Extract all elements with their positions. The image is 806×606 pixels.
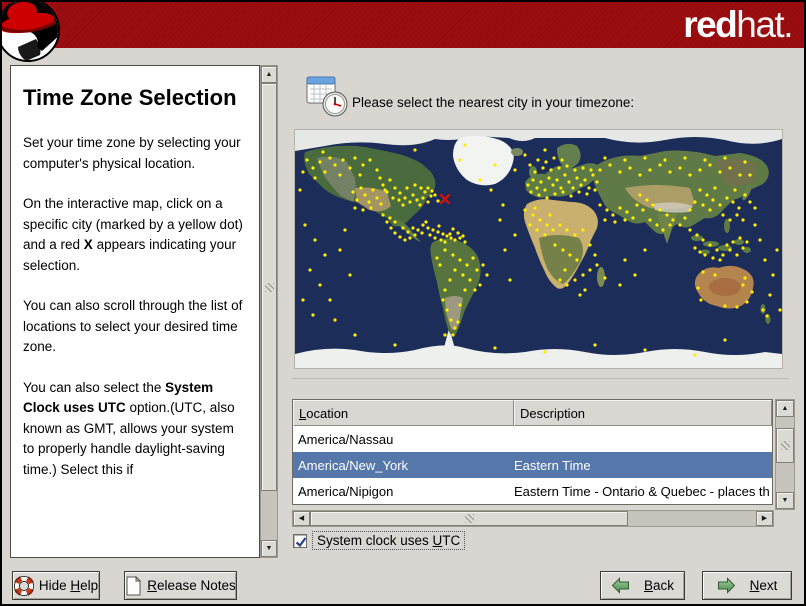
table-header: Location Description	[293, 400, 772, 426]
table-vertical-scrollbar[interactable]: ▲ ▼	[775, 399, 795, 510]
location-cell: America/Nassau	[298, 431, 394, 447]
next-arrow-icon	[717, 577, 735, 594]
help-text: You can also scroll through the list of …	[23, 298, 243, 354]
scrollbar-thumb[interactable]	[310, 511, 628, 526]
button-label: Release Notes	[147, 578, 236, 593]
redhat-shadowman-icon	[2, 2, 60, 62]
scroll-up-arrow-icon[interactable]: ▲	[261, 66, 277, 83]
help-title: Time Zone Selection	[23, 85, 237, 110]
back-button[interactable]: Back	[600, 571, 685, 600]
wordmark-red: red	[683, 4, 738, 45]
button-label: Hide Help	[38, 578, 99, 593]
map-outback	[709, 278, 741, 296]
help-text: You can also select the	[23, 379, 166, 395]
help-paragraph: On the interactive map, click on a speci…	[23, 194, 248, 276]
table-row[interactable]: America/Nipigon Eastern Time - Ontario &…	[293, 478, 772, 504]
scrollbar-thumb[interactable]	[776, 428, 794, 463]
table-row[interactable]: America/New_York Eastern Time	[293, 452, 772, 478]
map-separator	[292, 378, 789, 379]
thumb-grip-icon	[464, 514, 474, 523]
description-cell: Eastern Time	[514, 457, 591, 473]
thumb-grip-icon	[780, 441, 790, 450]
utc-checkbox-row: System clock uses UTC	[293, 531, 466, 550]
help-paragraph: You can also scroll through the list of …	[23, 296, 248, 358]
button-label: Back	[643, 578, 675, 593]
scrollbar-thumb[interactable]	[261, 83, 277, 491]
scroll-down-arrow-icon[interactable]: ▼	[776, 492, 794, 509]
release-notes-button[interactable]: Release Notes	[124, 571, 237, 600]
check-icon	[295, 536, 307, 547]
scroll-down-arrow-icon[interactable]: ▼	[261, 540, 277, 557]
scroll-up-arrow-icon[interactable]: ▲	[776, 400, 794, 417]
utc-checkbox-label[interactable]: System clock uses UTC	[312, 531, 466, 550]
branding-bar: redhat.	[2, 2, 804, 48]
column-header-description[interactable]: Description	[514, 400, 772, 426]
button-label: Next	[749, 578, 778, 593]
help-paragraph: Set your time zone by selecting your com…	[23, 133, 248, 174]
description-cell: Eastern Time - Ontario & Quebec - places…	[514, 483, 770, 499]
help-text-bold: X	[83, 237, 93, 252]
location-table: Location Description America/Nassau Amer…	[292, 399, 773, 505]
calendar-clock-icon	[306, 76, 348, 117]
prompt-text: Please select the nearest city in your t…	[352, 95, 635, 110]
installer-window: redhat. Time Zone Selection Set your tim…	[0, 0, 806, 606]
help-paragraph: You can also select the System Clock use…	[23, 378, 248, 481]
lifering-icon	[13, 575, 34, 596]
help-scrollbar[interactable]: ▲ ▼	[260, 65, 278, 558]
scroll-right-arrow-icon[interactable]: ▶	[756, 511, 773, 526]
column-header-location[interactable]: Location	[293, 400, 514, 426]
redhat-wordmark: redhat.	[683, 4, 793, 46]
help-panel: Time Zone Selection Set your time zone b…	[10, 65, 260, 558]
table-horizontal-scrollbar[interactable]: ◀ ▶	[292, 510, 774, 527]
wordmark-hat: hat.	[736, 4, 793, 45]
table-row[interactable]: America/Nassau	[293, 426, 772, 452]
utc-checkbox[interactable]	[293, 533, 307, 548]
scroll-left-arrow-icon[interactable]: ◀	[293, 511, 310, 526]
back-arrow-icon	[611, 577, 629, 594]
map-iceland	[511, 148, 523, 156]
document-icon	[126, 575, 142, 595]
location-cell: America/New_York	[298, 457, 409, 473]
timezone-world-map[interactable]	[294, 129, 783, 369]
thumb-grip-icon	[264, 282, 274, 292]
location-cell: America/Nipigon	[298, 483, 394, 499]
hide-help-button[interactable]: Hide Help	[12, 571, 100, 600]
help-text: Set your time zone by selecting your com…	[23, 135, 241, 171]
next-button[interactable]: Next	[702, 571, 792, 600]
